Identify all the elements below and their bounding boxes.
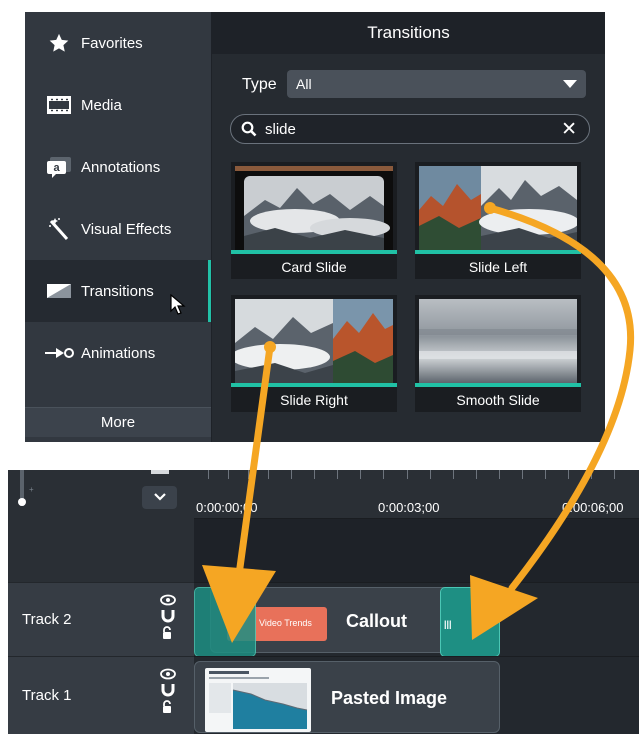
collapse-tracks-button[interactable] <box>142 486 177 509</box>
ruler-tick <box>453 470 454 479</box>
transitions-content: Transitions Type All ✕ <box>212 12 605 442</box>
track-header-track-1[interactable]: Track 1 <box>8 656 194 734</box>
transition-thumbnail-smooth-slide[interactable]: Smooth Slide <box>415 295 581 412</box>
sidebar-item-favorites[interactable]: Favorites <box>25 12 211 74</box>
search-input[interactable] <box>265 119 545 139</box>
time-ruler[interactable]: 0:00:00;00 0:00:03;00 0:00:06;00 <box>194 470 639 518</box>
ruler-tick <box>545 470 546 479</box>
ruler-tick <box>314 470 315 479</box>
thumbnail-image <box>235 166 393 250</box>
type-label: Type <box>242 76 277 93</box>
clip-title: Callout <box>346 611 407 631</box>
lock-icon[interactable] <box>160 700 176 719</box>
callout-preview-text: Video Trends <box>259 618 312 628</box>
ruler-tick <box>522 470 523 479</box>
lock-icon[interactable] <box>160 626 176 645</box>
ruler-tick <box>208 470 209 479</box>
track-name: Track 1 <box>22 687 72 704</box>
timecode-label: 0:00:00;00 <box>196 500 258 515</box>
magic-wand-icon <box>43 216 75 242</box>
active-indicator <box>208 260 211 322</box>
sidebar-item-label: Animations <box>81 344 156 362</box>
ruler-tick <box>614 470 615 479</box>
sidebar-item-label: Media <box>81 96 122 114</box>
ruler-tick <box>228 470 229 479</box>
thumbnail-caption: Slide Left <box>468 258 528 275</box>
transition-thumbnail-slide-right[interactable]: Slide Right <box>231 295 397 412</box>
ruler-tick <box>568 470 569 479</box>
thumbnail-image <box>419 166 577 250</box>
transition-drop-zone-start[interactable] <box>194 587 256 657</box>
empty-track-lane <box>194 518 639 582</box>
transition-thumbnail-card-slide[interactable]: Card Slide <box>231 162 397 279</box>
search-icon <box>241 121 257 142</box>
search-field[interactable]: ✕ <box>230 114 590 144</box>
ruler-tick <box>268 470 269 479</box>
track-lane-track-1[interactable]: Pasted Image <box>194 656 639 734</box>
close-icon[interactable]: ✕ <box>561 118 577 141</box>
animation-icon <box>43 340 75 366</box>
thumbnail-image <box>235 299 393 383</box>
track-header-track-2[interactable]: Track 2 <box>8 582 194 656</box>
sidebar-item-label: Visual Effects <box>81 220 172 238</box>
annotation-icon: a <box>43 154 75 180</box>
sidebar-item-visual-effects[interactable]: Visual Effects <box>25 198 211 260</box>
svg-text:+: + <box>29 485 34 494</box>
film-icon <box>43 92 75 118</box>
timeline: + 0:00:00;00 0:00:03;00 0:00:06;00 Track… <box>8 470 639 734</box>
track-name: Track 2 <box>22 611 72 628</box>
type-dropdown-value: All <box>296 76 312 92</box>
pasted-image-clip[interactable]: Pasted Image <box>194 661 500 733</box>
sidebar: Favorites Media a Annotations Visual Eff… <box>25 12 211 442</box>
sidebar-item-animations[interactable]: Animations <box>25 322 211 384</box>
sidebar-item-media[interactable]: Media <box>25 74 211 136</box>
svg-text:a: a <box>53 162 60 174</box>
timecode-label: 0:00:03;00 <box>378 500 440 515</box>
star-icon <box>43 30 75 56</box>
ruler-tick <box>476 470 477 479</box>
ruler-tick <box>248 470 249 479</box>
panel-title: Transitions <box>212 12 605 54</box>
thumbnail-caption: Smooth Slide <box>456 391 540 408</box>
mouse-cursor-icon <box>170 293 186 321</box>
ruler-tick <box>407 470 408 479</box>
sidebar-item-label: Favorites <box>81 34 143 52</box>
ruler-tick <box>591 470 592 479</box>
clip-title: Pasted Image <box>331 688 448 708</box>
more-button[interactable]: More <box>25 407 211 437</box>
ruler-tick <box>499 470 500 479</box>
sidebar-item-label: Annotations <box>81 158 161 176</box>
sidebar-item-annotations[interactable]: a Annotations <box>25 136 211 198</box>
transitions-panel: Favorites Media a Annotations Visual Eff… <box>25 12 605 442</box>
image-thumbnail <box>205 668 311 732</box>
ruler-tick <box>291 470 292 479</box>
track-lane-track-2[interactable]: Video Trends Callout ||| <box>194 582 639 657</box>
transition-thumbnail-slide-left[interactable]: Slide Left <box>415 162 581 279</box>
grip-handle-icon[interactable]: ||| <box>444 619 452 629</box>
thumbnail-caption: Card Slide <box>281 258 347 275</box>
thumbnail-caption: Slide Right <box>280 391 348 408</box>
timecode-label: 0:00:06;00 <box>562 500 624 515</box>
chevron-down-icon <box>563 80 577 88</box>
ruler-tick <box>383 470 384 479</box>
empty-track-header <box>8 518 194 582</box>
transition-icon <box>43 278 75 304</box>
zoom-handle-icon[interactable]: + <box>16 476 36 510</box>
sidebar-item-label: Transitions <box>81 282 154 300</box>
ruler-tick <box>360 470 361 479</box>
chevron-down-icon <box>153 489 167 507</box>
thumbnail-image <box>419 299 577 383</box>
type-dropdown[interactable]: All <box>287 70 586 98</box>
transition-drop-zone-end[interactable]: ||| <box>440 587 500 657</box>
ruler-tick <box>430 470 431 479</box>
ruler-tick <box>337 470 338 479</box>
add-track-button[interactable] <box>151 470 169 474</box>
